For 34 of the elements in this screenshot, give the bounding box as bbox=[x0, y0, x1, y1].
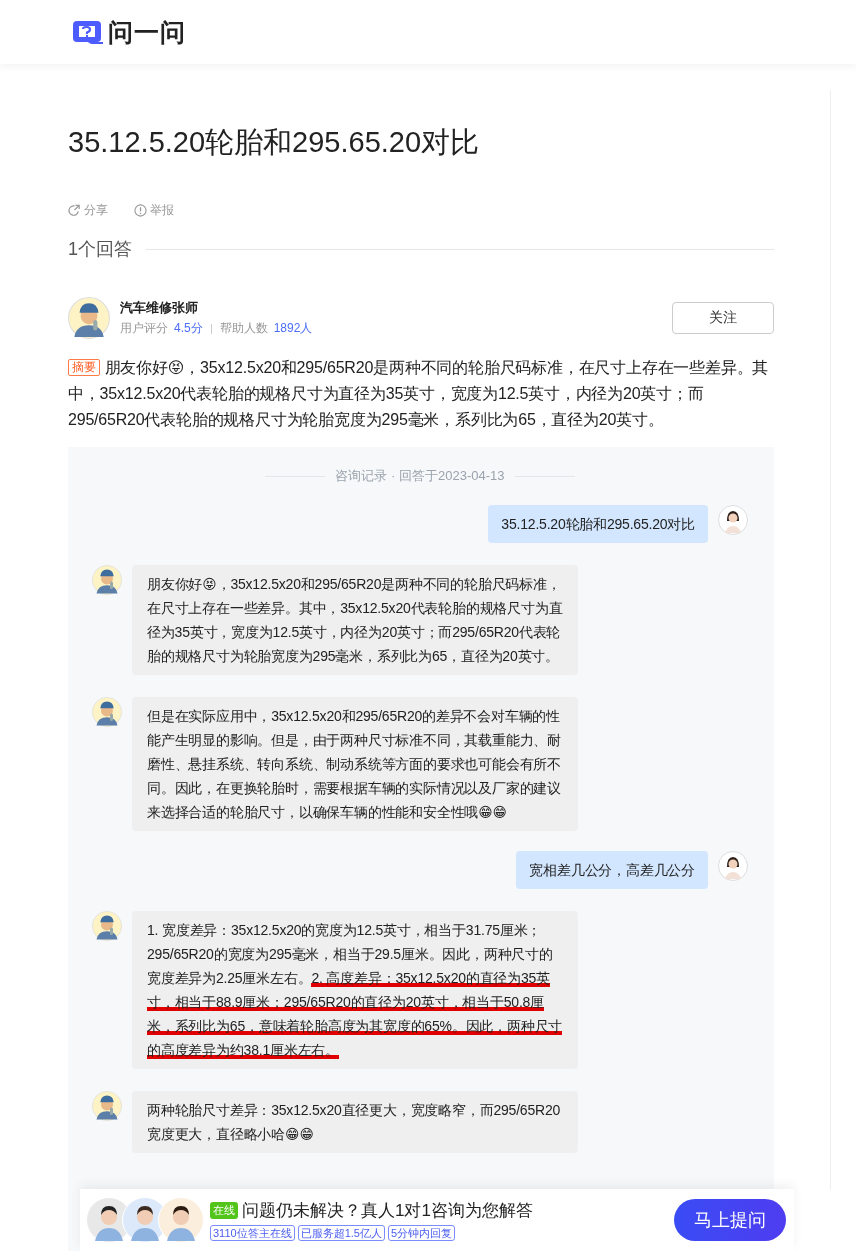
message-text: 宽相差几公分，高差几公分 bbox=[529, 861, 695, 880]
message-text: 1. 宽度差异：35x12.5x20的宽度为12.5英寸，相当于31.75厘米；295/65R20的宽度为295毫米，相当于29.5厘米。因此，两种尺寸的宽度差异为2.25厘米左右。2. 高度差异：35x12.5x20的直径为35英寸，相当于88.9厘米；295/65R20的直径为20英寸，相当于50.8厘米，系列比为65，意味着轮胎高度为其宽度的65%。因此，两种尺寸的高度差异为约38.1厘米左右。 bbox=[147, 921, 563, 1061]
rating-value: 4.5分 bbox=[174, 320, 203, 337]
message-text: 35.12.5.20轮胎和295.65.20对比 bbox=[501, 515, 695, 534]
mechanic-avatar bbox=[68, 297, 110, 339]
user-avatar bbox=[718, 851, 748, 881]
message-text: 朋友你好😝，35x12.5x20和295/65R20是两种不同的轮胎尺码标准，在尺寸上存在一些差异。其中，35x12.5x20代表轮胎的规格尺寸为直径为35英寸，宽度为12.5英寸，内径为20英寸；而295/65R20代表轮胎的规格尺寸为轮胎宽度为295毫米，系列比为65，直径为20英寸。 bbox=[147, 575, 563, 666]
online-badge: 在线 bbox=[210, 1202, 238, 1219]
helped-value: 1892人 bbox=[273, 320, 313, 337]
mechanic-avatar bbox=[92, 1091, 122, 1121]
summary-text: 摘要 朋友你好😝，35x12.5x20和295/65R20是两种不同的轮胎尺码标准，在尺寸上存在一些差异。其中，35x12.5x20代表轮胎的规格尺寸为直径为35英寸，宽度为12.5英寸，内径为20英寸；而295/65R20代表轮胎的规格尺寸为轮胎宽度为295毫米，系列比为65，直径为20英寸。 bbox=[68, 358, 770, 430]
answers-heading: 1个回答 bbox=[68, 238, 132, 261]
mechanic-avatar bbox=[92, 565, 122, 595]
warning-icon bbox=[134, 204, 147, 217]
answerer-name: 汽车维修张师 bbox=[120, 299, 199, 317]
feature-tag: 5分钟内回复 bbox=[387, 1225, 456, 1241]
consult-headline: 问题仍未解决？真人1对1咨询为您解答 bbox=[242, 1200, 533, 1222]
helped-label: 帮助人数 bbox=[219, 320, 268, 337]
logo-icon bbox=[70, 19, 104, 45]
share-icon bbox=[68, 204, 81, 217]
mechanic-avatar bbox=[92, 697, 122, 727]
mechanic-avatar bbox=[92, 911, 122, 941]
question-title: 35.12.5.20轮胎和295.65.20对比 bbox=[68, 125, 481, 160]
message-text: 但是在实际应用中，35x12.5x20和295/65R20的差异不会对车辆的性能产生明显的影响。但是，由于两种尺寸标准不同，其载重能力、耐磨性、悬挂系统、转向系统、制动系统等方面的要求也可能会有所不同。因此，在更换轮胎时，需要根据车辆的实际情况以及厂家的建议来选择合适的轮胎尺寸，以确保车辆的性能和安全性哦😁😁 bbox=[147, 707, 562, 822]
follow-button[interactable]: 关注 bbox=[672, 302, 774, 334]
chat-date: 咨询记录 · 回答于2023-04-13 bbox=[335, 467, 505, 485]
user-avatar bbox=[718, 505, 748, 535]
feature-tag: 已服务超1.5亿人 bbox=[297, 1225, 385, 1241]
person-avatar bbox=[158, 1197, 204, 1243]
message-text: 两种轮胎尺寸差异：35x12.5x20直径更大，宽度略窄，而295/65R20宽度更大，直径略小哈😁😁 bbox=[147, 1101, 562, 1144]
ask-button[interactable]: 马上提问 bbox=[674, 1199, 786, 1241]
feature-tag: 3110位答主在线 bbox=[210, 1225, 295, 1241]
logo-text: 问一问 bbox=[108, 16, 186, 48]
rating-label: 用户评分 bbox=[120, 320, 168, 337]
